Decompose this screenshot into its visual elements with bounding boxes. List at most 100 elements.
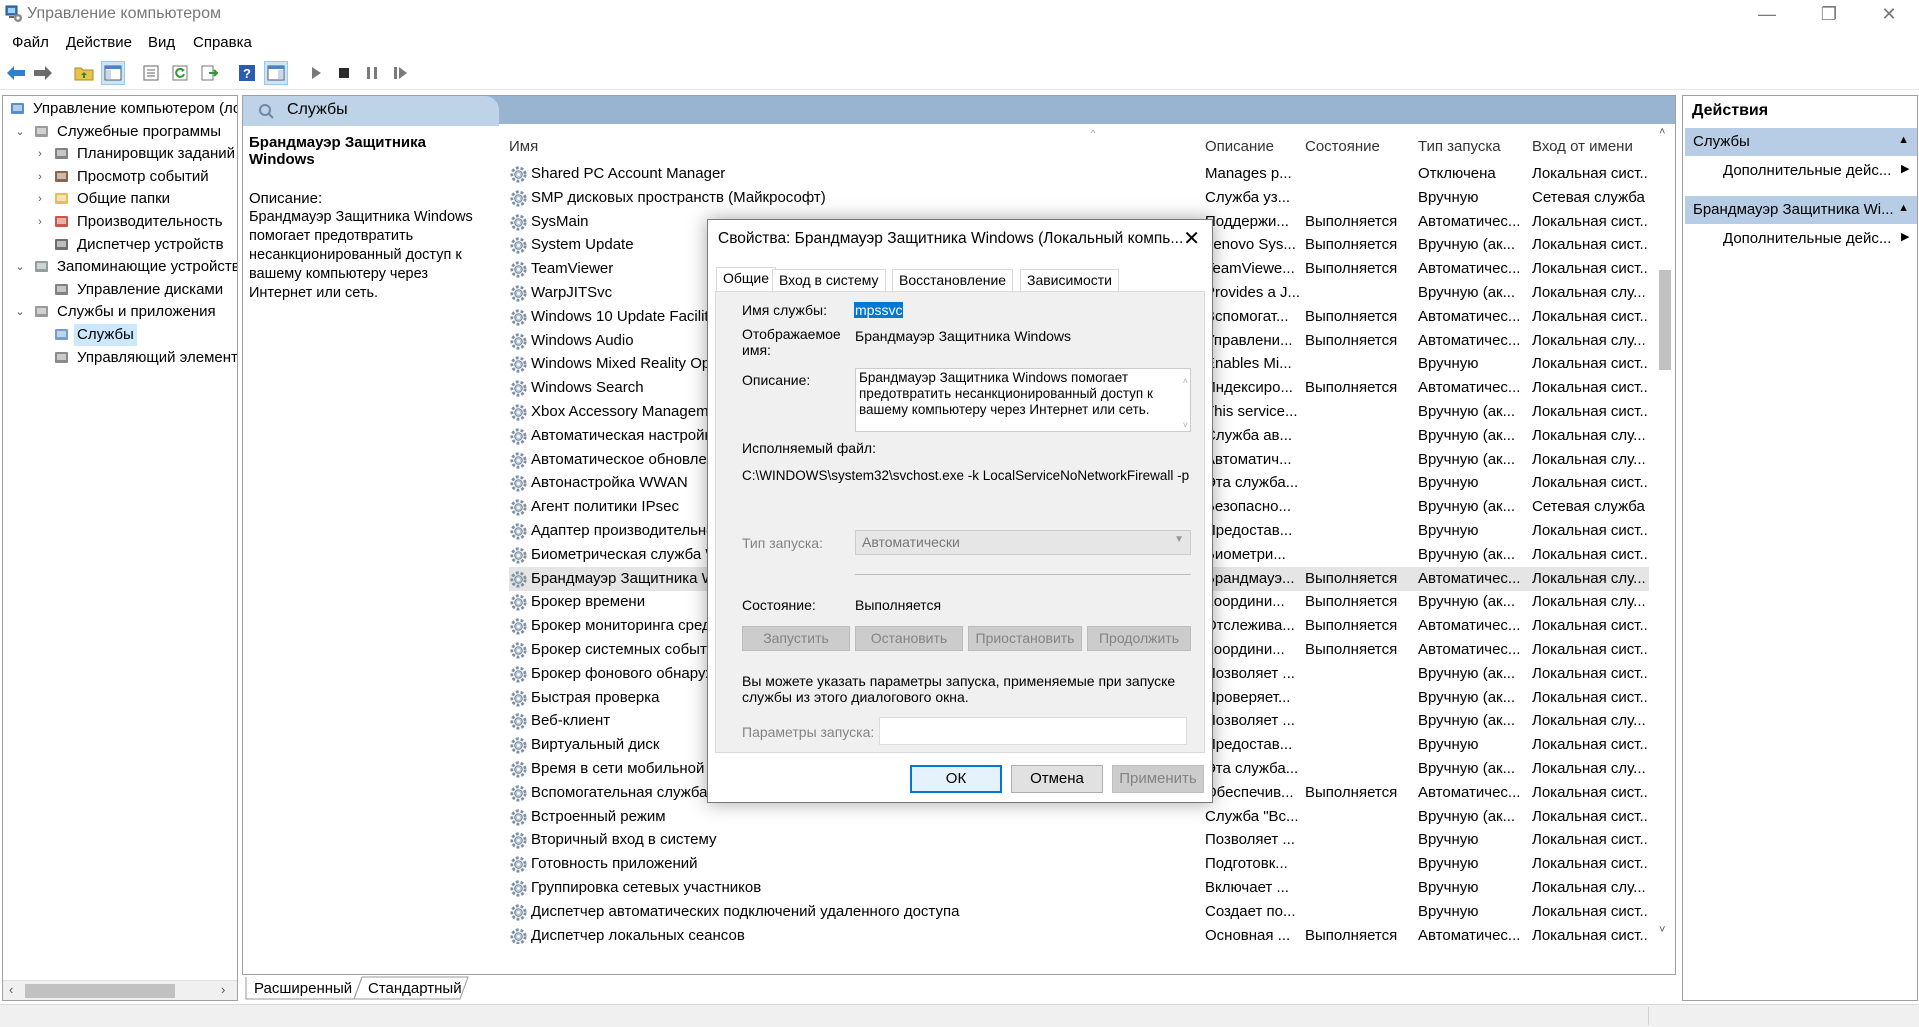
service-startup-cell: Вручную (ак... [1418, 664, 1516, 682]
expand-caret-icon[interactable]: ⌄ [13, 256, 27, 278]
collapse-caret-icon[interactable]: ▲ [1898, 134, 1909, 146]
startup-type-select[interactable]: Автоматически ▼ [855, 530, 1191, 555]
scroll-up-icon[interactable]: ˄ [1183, 373, 1188, 389]
tree-item[interactable]: ⌄ Служебные программы [3, 121, 237, 143]
tree-item[interactable]: › Планировщик заданий [3, 143, 237, 165]
dialog-close-icon[interactable]: ✕ [1183, 226, 1200, 251]
tree-item[interactable]: Управление дисками [3, 279, 237, 301]
scroll-right-icon[interactable]: › [221, 982, 225, 997]
play-icon[interactable] [304, 61, 328, 85]
state-value: Выполняется [855, 597, 942, 613]
service-gear-icon [510, 809, 527, 826]
pause-button[interactable]: Приостановить [968, 626, 1082, 651]
description-value: Брандмауэр Защитника Windows помогает пр… [859, 370, 1153, 417]
scroll-thumb[interactable] [25, 984, 175, 998]
tree-item[interactable]: ⌄ Службы и приложения [3, 301, 237, 323]
tree-item[interactable]: ⌄ Запоминающие устройства [3, 256, 237, 278]
scroll-left-icon[interactable]: ‹ [9, 982, 13, 997]
more-actions-services[interactable]: Дополнительные дейс... ▶ [1723, 162, 1909, 179]
menu-file[interactable]: Файл [12, 34, 49, 51]
resume-button[interactable]: Продолжить [1087, 626, 1191, 651]
service-description-cell: Индексиро... [1205, 379, 1293, 397]
scroll-thumb[interactable] [1659, 270, 1671, 370]
apply-button[interactable]: Применить [1112, 765, 1204, 793]
resume-icon[interactable] [389, 61, 413, 85]
services-vertical-scrollbar[interactable]: ˄ ˅ [1655, 124, 1675, 942]
tree-item[interactable]: Управляющий элемент WM [3, 347, 237, 369]
column-header-startup-type[interactable]: Тип запуска [1418, 138, 1501, 155]
tab-log-on[interactable]: Вход в систему [772, 269, 886, 291]
service-logon-cell: Локальная сист... [1532, 831, 1649, 849]
service-gear-icon [510, 356, 527, 373]
more-actions-firewall[interactable]: Дополнительные дейс... ▶ [1723, 230, 1909, 247]
tree-item[interactable]: › Общие папки [3, 188, 237, 210]
close-button[interactable]: ✕ [1862, 0, 1916, 30]
cancel-button[interactable]: Отмена [1011, 765, 1103, 793]
console-tree[interactable]: Управление компьютером (лок ⌄ Служебные пр… [2, 95, 238, 1001]
stop-button[interactable]: Остановить [855, 626, 963, 651]
column-header-log-on-as[interactable]: Вход от имени [1532, 138, 1633, 155]
scroll-down-icon[interactable]: ˅ [1659, 924, 1665, 936]
disk-management-icon [55, 283, 68, 295]
service-name-value[interactable]: mpssvc [854, 302, 904, 318]
table-row[interactable]: SMP дисковых пространств (Майкрософт) Слу… [509, 186, 1649, 210]
tree-item[interactable]: › Производительность [3, 211, 237, 233]
column-header-name[interactable]: Имя [509, 138, 538, 155]
table-row[interactable]: Встроенный режим Служба "Вс... Вручную (ак… [509, 805, 1649, 829]
description-text: Брандмауэр Защитника Windows помогает пр… [249, 209, 473, 301]
collapsed-caret-icon[interactable]: › [33, 188, 47, 210]
menu-help[interactable]: Справка [193, 34, 252, 51]
table-row[interactable]: Вторичный вход в систему Позволяет ... Вру… [509, 828, 1649, 852]
ok-button[interactable]: ОК [910, 765, 1002, 793]
collapse-caret-icon[interactable]: ▲ [1898, 202, 1909, 214]
service-gear-icon [510, 880, 527, 897]
properties-icon[interactable] [139, 61, 163, 85]
table-row[interactable]: Shared PC Account Manager Manages p... Отк… [509, 162, 1649, 186]
help-icon[interactable]: ? [235, 61, 259, 85]
table-row[interactable]: Группировка сетевых участников Включает .… [509, 876, 1649, 900]
pause-icon[interactable] [360, 61, 384, 85]
tab-extended[interactable]: Расширенный [248, 979, 358, 1001]
stop-icon[interactable] [332, 61, 356, 85]
tree-item[interactable]: Службы [3, 324, 237, 346]
maximize-button[interactable]: ❐ [1802, 0, 1856, 30]
scroll-up-icon[interactable]: ˄ [1659, 126, 1665, 138]
tree-item[interactable]: Управление компьютером (лок [3, 98, 237, 120]
collapsed-caret-icon[interactable]: › [33, 211, 47, 233]
tree-horizontal-scrollbar[interactable]: ‹ › [3, 980, 237, 1000]
display-name-value[interactable]: Брандмауэр Защитника Windows [855, 328, 1071, 344]
expand-caret-icon[interactable]: ⌄ [13, 301, 27, 323]
tree-item[interactable]: Диспетчер устройств [3, 234, 237, 256]
show-action-pane-icon[interactable] [264, 61, 288, 85]
menu-action[interactable]: Действие [66, 34, 132, 51]
start-params-input[interactable] [879, 717, 1187, 745]
start-button[interactable]: Запустить [742, 626, 850, 651]
table-row[interactable]: Диспетчер автоматических подключений уда… [509, 900, 1649, 924]
up-folder-icon[interactable] [72, 61, 96, 85]
actions-group-services[interactable]: Службы ▲ [1685, 128, 1917, 156]
refresh-icon[interactable] [168, 61, 192, 85]
menu-view[interactable]: Вид [148, 34, 175, 51]
collapsed-caret-icon[interactable]: › [33, 166, 47, 188]
description-textbox[interactable]: Брандмауэр Защитника Windows помогает пр… [855, 368, 1191, 432]
show-tree-icon[interactable] [101, 61, 125, 85]
table-row[interactable]: Готовность приложений Подготовк... Вручную… [509, 852, 1649, 876]
minimize-button[interactable]: — [1740, 0, 1794, 30]
tab-general[interactable]: Общие [716, 267, 777, 292]
service-startup-cell: Отключена [1418, 165, 1496, 182]
expand-caret-icon[interactable]: ⌄ [13, 121, 27, 143]
column-header-status[interactable]: Состояние [1305, 138, 1380, 155]
table-row[interactable]: Диспетчер локальных сеансов Основная ... В… [509, 924, 1649, 944]
services-header: Службы [243, 96, 1675, 126]
forward-arrow-icon[interactable] [31, 61, 55, 85]
back-arrow-icon[interactable] [4, 61, 28, 85]
tab-recovery[interactable]: Восстановление [892, 269, 1014, 291]
scroll-down-icon[interactable]: ˅ [1183, 417, 1188, 433]
tab-standard[interactable]: Стандартный [362, 979, 468, 1001]
collapsed-caret-icon[interactable]: › [33, 143, 47, 165]
column-header-description[interactable]: Описание [1205, 138, 1274, 155]
export-icon[interactable] [197, 61, 221, 85]
tree-item[interactable]: › Просмотр событий [3, 166, 237, 188]
actions-group-firewall[interactable]: Брандмауэр Защитника Wi... ▲ [1685, 196, 1917, 224]
tab-dependencies[interactable]: Зависимости [1020, 269, 1119, 291]
